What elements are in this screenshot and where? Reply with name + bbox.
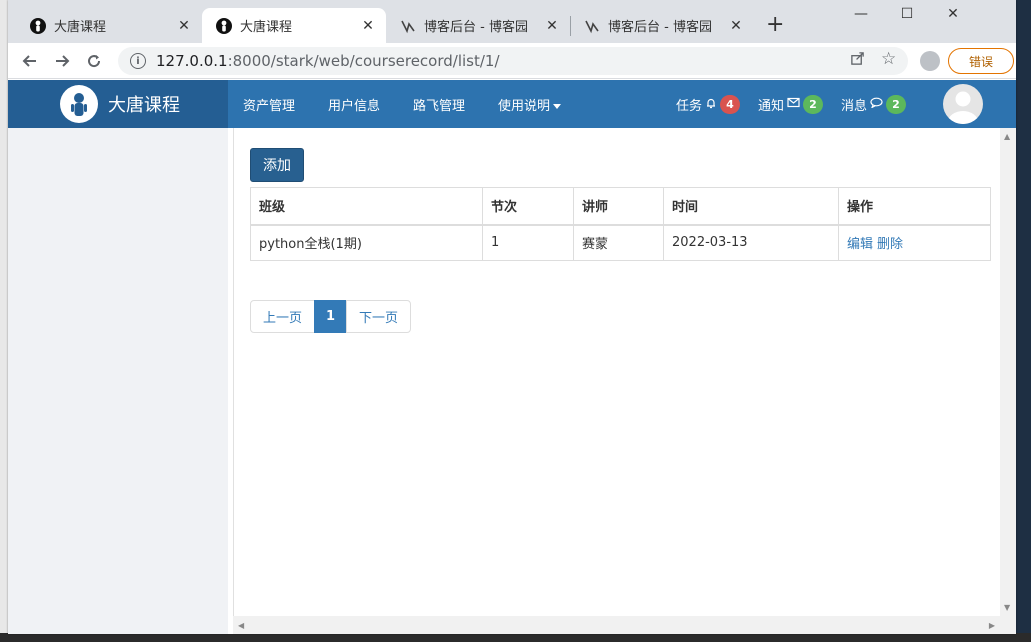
close-tab-icon[interactable]: ✕: [360, 18, 376, 34]
forward-arrow-icon[interactable]: [51, 50, 73, 72]
person-favicon-icon: [216, 17, 232, 34]
main-content: 添加 班级 节次 讲师 时间 操作 python全栈(1期) 1 赛蒙 2022…: [233, 128, 1000, 616]
table-header-row: 班级 节次 讲师 时间 操作: [250, 187, 991, 226]
person-logo-icon: [60, 85, 98, 123]
cell-lesson: 1: [482, 224, 574, 261]
course-record-table: 班级 节次 讲师 时间 操作 python全栈(1期) 1 赛蒙 2022-03…: [250, 187, 991, 261]
caret-down-icon: [553, 103, 562, 109]
scroll-right-icon[interactable]: ▶: [989, 621, 995, 630]
browser-tab-4[interactable]: 博客后台 - 博客园 ✕: [570, 8, 754, 43]
close-tab-icon[interactable]: ✕: [544, 18, 560, 34]
scroll-left-icon[interactable]: ◀: [238, 621, 244, 630]
notices-count-badge: 2: [802, 94, 823, 114]
browser-window: 大唐课程 ✕ 大唐课程 ✕ 博客后台 - 博客园 ✕ 博客后台 - 博客园 ✕ …: [8, 0, 1016, 634]
menu-item-help-label: 使用说明: [498, 98, 551, 114]
column-header-date: 时间: [663, 187, 839, 226]
tab-title: 博客后台 - 博客园: [608, 20, 712, 35]
url-path: :8000/stark/web/courserecord/list/1/: [227, 52, 500, 70]
add-button[interactable]: 添加: [250, 148, 304, 182]
tasks-link[interactable]: 任务 4: [675, 94, 740, 114]
column-header-lesson: 节次: [482, 187, 574, 226]
new-tab-icon[interactable]: +: [766, 14, 784, 36]
reload-icon[interactable]: [83, 50, 105, 72]
column-header-teacher: 讲师: [573, 187, 664, 226]
table-row: python全栈(1期) 1 赛蒙 2022-03-13 编辑 删除: [250, 224, 991, 261]
scroll-up-icon[interactable]: ▲: [1004, 132, 1010, 141]
edit-link[interactable]: 编辑: [847, 237, 873, 252]
bell-icon: [705, 97, 717, 112]
url-host: 127.0.0.1: [156, 52, 228, 70]
main-menu: 资产管理 用户信息 路飞管理 使用说明: [243, 80, 594, 128]
browser-tab-1[interactable]: 大唐课程 ✕: [16, 8, 202, 43]
menu-item-lufei[interactable]: 路飞管理: [413, 95, 465, 114]
menu-item-asset[interactable]: 资产管理: [243, 95, 295, 114]
cell-class: python全栈(1期): [250, 224, 483, 261]
address-toolbar: i 127.0.0.1:8000/stark/web/courserecord/…: [8, 43, 1016, 79]
cnblogs-favicon-icon: [584, 18, 600, 34]
background-editor-strip: [0, 0, 8, 642]
background-editor-strip-right: [1016, 0, 1031, 642]
messages-link[interactable]: 消息 2: [840, 94, 906, 114]
close-tab-icon[interactable]: ✕: [176, 18, 192, 34]
column-header-actions: 操作: [838, 187, 991, 226]
cell-actions: 编辑 删除: [838, 224, 991, 261]
share-icon[interactable]: [850, 51, 865, 70]
profile-avatar-icon[interactable]: [920, 51, 940, 71]
vertical-scrollbar[interactable]: ▲ ▼: [1000, 128, 1016, 616]
cnblogs-favicon-icon: [400, 18, 416, 34]
notification-menu: 任务 4 通知 2 消息 2: [658, 80, 906, 128]
notices-link[interactable]: 通知 2: [757, 94, 823, 114]
url-bar[interactable]: i 127.0.0.1:8000/stark/web/courserecord/…: [118, 47, 908, 75]
delete-link[interactable]: 删除: [877, 237, 903, 252]
back-arrow-icon[interactable]: [19, 50, 41, 72]
site-navbar: 大唐课程 资产管理 用户信息 路飞管理 使用说明 任务 4 通知 2 消息 2: [8, 80, 1016, 128]
tab-strip: 大唐课程 ✕ 大唐课程 ✕ 博客后台 - 博客园 ✕ 博客后台 - 博客园 ✕ …: [8, 0, 1016, 43]
scroll-down-icon[interactable]: ▼: [1004, 603, 1010, 612]
horizontal-scrollbar[interactable]: ◀ ▶: [233, 616, 1016, 634]
maximize-icon[interactable]: ☐: [884, 6, 930, 22]
browser-tab-2[interactable]: 大唐课程 ✕: [202, 8, 386, 43]
menu-item-user[interactable]: 用户信息: [328, 95, 380, 114]
tab-title: 博客后台 - 博客园: [424, 20, 528, 35]
user-avatar[interactable]: [943, 84, 983, 124]
cell-teacher: 赛蒙: [573, 224, 664, 261]
messages-count-badge: 2: [886, 94, 906, 114]
next-page-button[interactable]: 下一页: [346, 300, 411, 333]
minimize-icon[interactable]: —: [838, 6, 884, 22]
browser-tab-3[interactable]: 博客后台 - 博客园 ✕: [386, 8, 570, 43]
close-tab-icon[interactable]: ✕: [728, 18, 744, 34]
person-favicon-icon: [30, 17, 46, 34]
site-brand[interactable]: 大唐课程: [8, 80, 228, 128]
site-info-icon[interactable]: i: [130, 53, 146, 69]
background-taskbar-strip: [0, 633, 1031, 642]
current-page-button[interactable]: 1: [314, 300, 347, 333]
menu-item-help[interactable]: 使用说明: [498, 95, 562, 114]
error-button[interactable]: 错误: [948, 48, 1014, 74]
column-header-class: 班级: [250, 187, 483, 226]
sidebar: [8, 128, 228, 634]
pagination: 上一页 1 下一页: [250, 300, 411, 333]
close-window-icon[interactable]: ✕: [930, 6, 976, 22]
tab-title: 大唐课程: [54, 20, 107, 35]
cell-date: 2022-03-13: [663, 224, 839, 261]
prev-page-button[interactable]: 上一页: [250, 300, 315, 333]
url-text: 127.0.0.1:8000/stark/web/courserecord/li…: [156, 52, 500, 70]
comment-icon: [870, 97, 883, 111]
notices-label: 通知: [757, 98, 784, 114]
brand-title: 大唐课程: [108, 95, 180, 116]
envelope-icon: [787, 97, 800, 111]
messages-label: 消息: [840, 98, 867, 114]
tasks-count-badge: 4: [719, 94, 740, 114]
tab-title: 大唐课程: [240, 20, 293, 35]
bookmark-star-icon[interactable]: ☆: [881, 49, 896, 69]
tasks-label: 任务: [675, 98, 702, 114]
